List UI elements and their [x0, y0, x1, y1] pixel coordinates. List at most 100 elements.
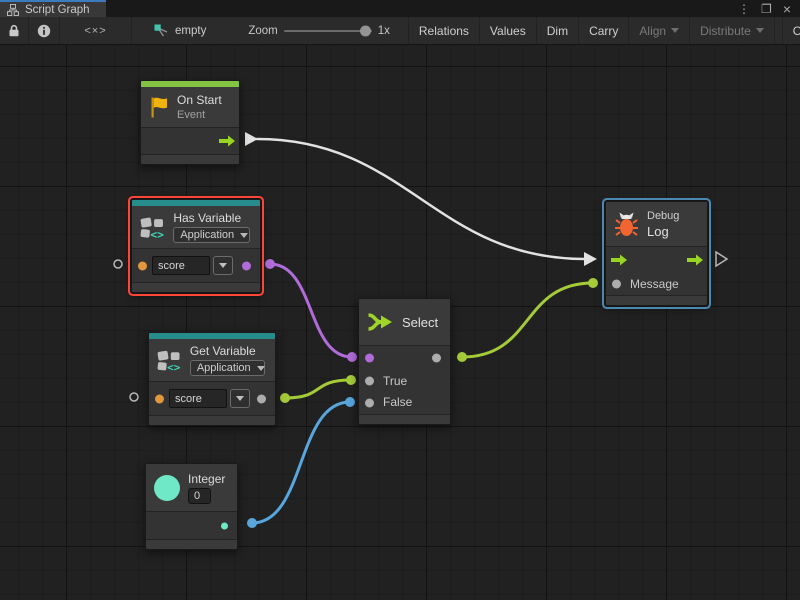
value-output-row [146, 512, 237, 539]
flow-input-port[interactable] [611, 255, 627, 266]
lock-button[interactable] [0, 17, 29, 44]
select-to-debuglog-message-start-dot[interactable] [457, 352, 467, 362]
node-header: Integer 0 [146, 464, 237, 511]
unconnected-port-get-variable[interactable] [130, 393, 138, 401]
maximize-icon[interactable]: ❐ [761, 3, 772, 15]
carry-button[interactable]: Carry [579, 17, 629, 44]
select-to-debuglog-message-end-dot[interactable] [588, 278, 598, 288]
graph-pointer-status: empty [144, 17, 216, 44]
variable-scope-dropdown[interactable]: Application [190, 360, 265, 376]
node-debug-log[interactable]: Debug Log Message [605, 201, 708, 306]
bool-output-port[interactable] [242, 261, 251, 270]
graph-hierarchy-icon [7, 4, 19, 16]
flow-output-row [141, 128, 239, 154]
variable-name-field[interactable]: score [169, 389, 227, 408]
select-merge-icon [367, 312, 394, 332]
dim-button[interactable]: Dim [537, 17, 579, 44]
close-icon[interactable]: × [783, 2, 791, 16]
node-header: Debug Log [606, 202, 707, 246]
info-button[interactable] [29, 17, 60, 44]
align-dropdown[interactable]: Align [629, 17, 690, 44]
code-brackets-icon: <×> [84, 25, 106, 37]
message-input-port[interactable] [612, 280, 621, 289]
hasvariable-to-select-start-dot[interactable] [265, 259, 275, 269]
node-footer [146, 540, 237, 549]
zoom-slider[interactable] [284, 30, 372, 32]
flow-row [606, 247, 707, 273]
name-input-port[interactable] [138, 261, 147, 270]
window-controls: ⋮ ❐ × [738, 0, 800, 17]
empty-label: empty [175, 25, 206, 37]
svg-text:<>: <> [167, 361, 181, 373]
graph-empty-icon [154, 24, 169, 38]
relations-button[interactable]: Relations [408, 17, 480, 44]
flag-icon [149, 96, 169, 119]
node-title: Debug [647, 210, 679, 222]
wire-onstart-to-debuglog[interactable] [257, 139, 585, 259]
message-row: Message [606, 273, 707, 295]
node-header: Select [359, 299, 450, 345]
tab-script-graph[interactable]: Script Graph [0, 0, 106, 17]
flow-output-port[interactable] [687, 255, 703, 266]
lock-icon [8, 24, 20, 37]
true-row: True [359, 370, 450, 392]
node-footer [359, 415, 450, 424]
node-integer[interactable]: Integer 0 [145, 463, 238, 550]
node-has-variable[interactable]: <> Has Variable Application score [131, 199, 261, 293]
wire-select-to-debuglog-message[interactable] [462, 283, 593, 357]
graph-toolbar: <×> empty Zoom 1x Relations Values Dim C… [0, 17, 800, 45]
getvariable-to-select-true-end-dot[interactable] [346, 375, 356, 385]
variable-name-picker[interactable] [213, 256, 233, 275]
node-header: <> Has Variable Application [132, 206, 260, 248]
message-label: Message [630, 277, 679, 291]
tab-bar: Script Graph ⋮ ❐ × [0, 0, 800, 17]
menu-icon[interactable]: ⋮ [738, 3, 750, 15]
info-icon [37, 24, 51, 38]
node-title: Select [402, 315, 438, 330]
node-title: On Start [177, 93, 222, 107]
integer-to-select-false-start-dot[interactable] [247, 518, 257, 528]
node-on-start[interactable]: On Start Event [140, 80, 240, 165]
node-title: Integer [188, 472, 225, 486]
true-input-port[interactable] [365, 377, 374, 386]
flow-output-port[interactable] [219, 136, 235, 147]
name-input-port[interactable] [155, 394, 164, 403]
variable-name-field[interactable]: score [152, 256, 210, 275]
node-subtitle: Event [177, 109, 222, 121]
node-title: Get Variable [190, 344, 265, 358]
hasvariable-to-select-end-dot[interactable] [347, 352, 357, 362]
zoom-label: Zoom [248, 25, 277, 37]
node-header: On Start Event [141, 87, 239, 127]
false-input-port[interactable] [365, 399, 374, 408]
node-title: Has Variable [173, 211, 250, 225]
value-output-port[interactable] [257, 394, 266, 403]
code-preview-button[interactable]: <×> [60, 17, 132, 44]
variable-scope-dropdown[interactable]: Application [173, 227, 250, 243]
wire-hasvariable-to-select[interactable] [270, 264, 352, 357]
integer-output-port[interactable] [221, 522, 228, 529]
overview-button[interactable]: Overview [782, 17, 800, 44]
wire-getvariable-to-select-true[interactable] [285, 380, 351, 398]
distribute-dropdown[interactable]: Distribute [690, 17, 775, 44]
node-get-variable[interactable]: <> Get Variable Application score [148, 332, 276, 426]
onstart-to-debuglog-end-arrow[interactable] [584, 252, 597, 266]
getvariable-to-select-true-start-dot[interactable] [280, 393, 290, 403]
node-header: <> Get Variable Application [149, 339, 275, 381]
variable-name-picker[interactable] [230, 389, 250, 408]
chevron-down-icon [240, 233, 248, 238]
integer-to-select-false-end-dot[interactable] [345, 397, 355, 407]
zoom-slider-handle[interactable] [360, 25, 371, 36]
chevron-down-icon [257, 366, 265, 371]
unconnected-flow-output-debuglog[interactable] [716, 252, 727, 266]
graph-canvas[interactable]: On Start Event <> [0, 45, 800, 600]
condition-input-port[interactable] [365, 354, 374, 363]
node-select[interactable]: Select True False [358, 298, 451, 425]
integer-value-field[interactable]: 0 [188, 488, 211, 504]
values-button[interactable]: Values [480, 17, 537, 44]
unconnected-port-has-variable[interactable] [114, 260, 122, 268]
true-label: True [383, 374, 407, 388]
onstart-to-debuglog-start-triangle[interactable] [245, 132, 258, 146]
script-graph-window: Script Graph ⋮ ❐ × <×> [0, 0, 800, 600]
debug-bug-icon [614, 211, 639, 237]
selection-output-port[interactable] [432, 354, 441, 363]
